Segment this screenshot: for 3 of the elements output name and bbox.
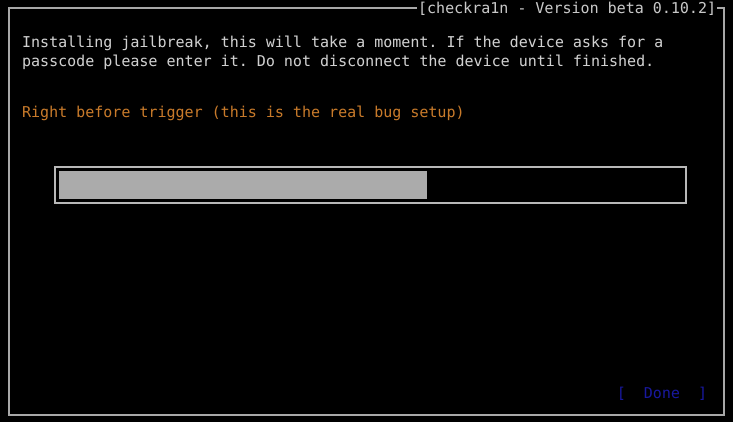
- window-title: [checkra1n - Version beta 0.10.2]: [416, 0, 717, 17]
- message-text: Installing jailbreak, this will take a moment. If the device asks for a passcode please enter it. Do not disconnect the device until finished.: [22, 33, 664, 71]
- status-text: Right before trigger (this is the real bug setup): [22, 103, 466, 122]
